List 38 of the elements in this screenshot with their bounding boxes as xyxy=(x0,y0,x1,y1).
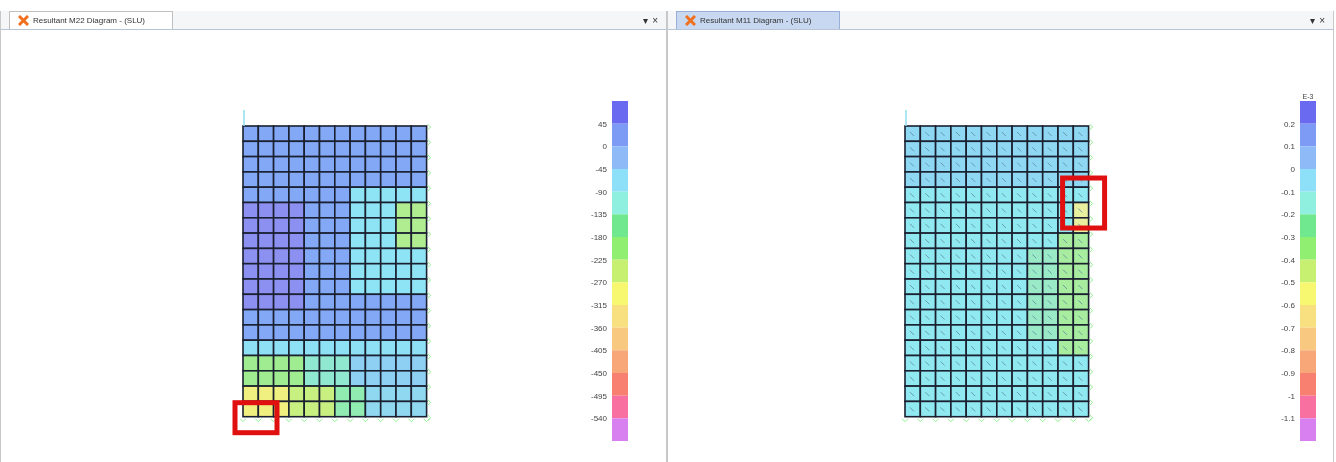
scale-tick-label: -0.5 xyxy=(1281,278,1295,288)
scale-tick-label: -135 xyxy=(591,210,607,220)
cross-icon xyxy=(685,15,696,26)
close-button[interactable]: × xyxy=(650,16,660,26)
scale-tick-label: -315 xyxy=(591,301,607,310)
scale-tick-label: 0 xyxy=(602,142,607,152)
scale-tick-label: -0.6 xyxy=(1281,301,1295,310)
scale-tick-label: 0.1 xyxy=(1283,142,1295,152)
dropdown-button[interactable]: ▾ xyxy=(641,16,651,26)
scale-tick-label: -0.1 xyxy=(1281,187,1295,197)
scale-tick-label: -270 xyxy=(591,278,607,288)
highlight-box xyxy=(1060,175,1108,231)
scale-tick-label: -180 xyxy=(591,233,607,242)
scale-tick-label: -450 xyxy=(591,369,607,378)
scale-tick-label: -45 xyxy=(595,165,607,174)
scale-tick-label: -0.8 xyxy=(1281,346,1295,356)
scale-tick-label: -360 xyxy=(591,323,607,333)
scale-tick-label: -0.7 xyxy=(1281,323,1295,333)
scale-tick-label: -0.9 xyxy=(1281,369,1295,378)
document-tab[interactable]: Resultant M22 Diagram - (SLU) xyxy=(9,11,173,29)
scale-tick-label: -90 xyxy=(595,187,607,197)
scale-tick-label: -0.4 xyxy=(1281,255,1295,265)
scale-tick-label: -495 xyxy=(591,391,607,401)
scale-tick-label: 0 xyxy=(1290,165,1295,174)
document-tab[interactable]: Resultant M11 Diagram - (SLU) xyxy=(676,11,840,29)
close-button[interactable]: × xyxy=(1317,16,1327,26)
scale-tick-label: -0.3 xyxy=(1281,233,1295,242)
scale-tick-label: -1 xyxy=(1287,391,1295,401)
highlight-box xyxy=(232,400,280,436)
cross-icon xyxy=(18,15,29,26)
scale-tick-label: -405 xyxy=(591,346,607,356)
scale-tick-label: 0.2 xyxy=(1283,119,1295,129)
scale-tick-label: 45 xyxy=(598,119,607,129)
scale-tick-label: -225 xyxy=(591,255,607,265)
dropdown-button[interactable]: ▾ xyxy=(1308,16,1318,26)
scale-tick-label: -540 xyxy=(591,414,607,424)
scale-tick-label: -1.1 xyxy=(1281,414,1295,424)
scale-tick-label: -0.2 xyxy=(1281,210,1295,220)
